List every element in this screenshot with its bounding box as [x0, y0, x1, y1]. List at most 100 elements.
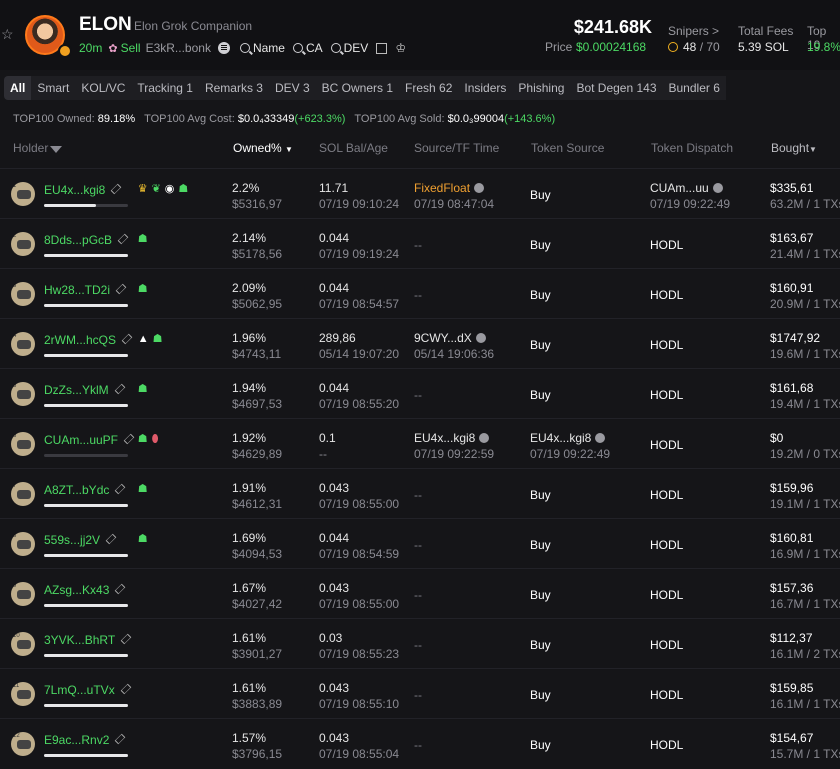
holder-address[interactable]: A8ZT...bYdc — [44, 483, 126, 497]
tab-bundler[interactable]: Bundler 6 — [662, 76, 726, 100]
search-icon — [292, 43, 303, 53]
holder-address[interactable]: E9ac...Rnv2 — [44, 733, 126, 747]
col-owned[interactable]: Owned% ▼ — [233, 141, 293, 155]
filter-icon[interactable] — [50, 146, 63, 153]
favorite-star-icon[interactable]: ☆ — [1, 27, 15, 41]
tab-insiders[interactable]: Insiders — [458, 76, 513, 100]
col-bought[interactable]: Bought▼ — [771, 141, 817, 155]
bought-usd: $112,37 — [770, 631, 813, 645]
token-dispatch: HODL — [650, 288, 684, 302]
holder-address[interactable]: 3YVK...BhRT — [44, 633, 132, 647]
owned-percent: 2.14% — [232, 231, 267, 245]
table-row[interactable]: 9 AZsg...Kx43 1.67% $4027,42 0.043 07/19 08:5… — [0, 568, 840, 619]
holder-address[interactable]: EU4x...kgi8 — [44, 183, 122, 197]
token-dispatch: HODL — [650, 538, 684, 552]
holder-address[interactable]: 7LmQ...uTVx — [44, 683, 131, 697]
external-link-icon[interactable] — [376, 42, 388, 54]
col-token-source[interactable]: Token Source — [531, 141, 604, 155]
tab-all[interactable]: All — [4, 76, 32, 100]
table-row[interactable]: 7 A8ZT...bYdc ☗ 1.91% $4612,31 0.043 07/19 08:… — [0, 468, 840, 519]
token-symbol: ELON — [79, 14, 132, 35]
source-empty: -- — [414, 538, 422, 552]
tab-bot-degen[interactable]: Bot Degen 143 — [570, 76, 663, 100]
holder-address[interactable]: DzZs...YklM — [44, 383, 125, 397]
edit-icon[interactable] — [115, 583, 126, 595]
wallet-age: 05/14 19:07:20 — [319, 347, 400, 361]
token-dispatch[interactable]: CUAm...uu — [650, 181, 723, 195]
avatar-face — [17, 540, 31, 549]
owned-usd: $4612,31 — [232, 497, 283, 511]
search-dev-button[interactable]: DEV — [330, 41, 368, 55]
edit-icon[interactable] — [115, 733, 126, 745]
tab-smart[interactable]: Smart — [31, 76, 76, 100]
table-row[interactable]: 8 559s...jj2V ☗ 1.69% $4094,53 0.044 07/19 08:… — [0, 518, 840, 569]
snipers-total: / 70 — [699, 40, 720, 54]
table-row[interactable]: 10 3YVK...BhRT 1.61% $3901,27 0.03 07/19 08:5… — [0, 618, 840, 669]
bought-amount: 20.9M / 1 TXs — [770, 297, 840, 311]
holding-bar — [44, 554, 128, 557]
holding-bar — [44, 404, 128, 407]
holder-address[interactable]: 559s...jj2V — [44, 533, 117, 547]
funding-source[interactable]: 9CWY...dX — [414, 331, 486, 345]
holder-address[interactable]: 2rWM...hcQS — [44, 333, 133, 347]
edit-icon[interactable] — [115, 283, 127, 295]
search-name-button[interactable]: Name — [239, 41, 285, 55]
edit-icon[interactable] — [117, 233, 129, 245]
col-token-dispatch[interactable]: Token Dispatch — [651, 141, 733, 155]
col-holder[interactable]: Holder — [13, 141, 63, 155]
edit-icon[interactable] — [111, 183, 122, 195]
holder-tags: ☗ — [138, 382, 152, 395]
owned-usd: $4027,42 — [232, 597, 283, 611]
tab-dev[interactable]: DEV 3 — [268, 76, 316, 100]
holder-address[interactable]: AZsg...Kx43 — [44, 583, 126, 597]
table-row[interactable]: 12 E9ac...Rnv2 1.57% $3796,15 0.043 07/19 08:… — [0, 718, 840, 769]
token-meta-row: 20m ✿ Sell E3kR...bonk Name CA DEV ♔ — [79, 40, 406, 56]
wallet-age: 07/19 08:55:04 — [319, 747, 400, 761]
bought-amount: 16.1M / 2 TXs — [770, 647, 840, 661]
funding-source[interactable]: FixedFloat — [414, 181, 485, 195]
tab-fresh[interactable]: Fresh 62 — [399, 76, 459, 100]
tab-tracking[interactable]: Tracking 1 — [131, 76, 199, 100]
bought-amount: 19.6M / 1 TXs — [770, 347, 840, 361]
table-row[interactable]: 4 2rWM...hcQS ▲ ☗ 1.96% $4743,11 289,86 05/14 1… — [0, 318, 840, 369]
search-ca-button[interactable]: CA — [292, 41, 323, 55]
edit-icon[interactable] — [121, 333, 133, 345]
token-source[interactable]: EU4x...kgi8 — [530, 431, 606, 445]
table-row[interactable]: 1 EU4x...kgi8 ♛ ❦ ◉ ☗ 2.2% $5316,97 11.71 07/19 0… — [0, 168, 840, 219]
tab-remarks[interactable]: Remarks 3 — [198, 76, 269, 100]
edit-icon[interactable] — [105, 533, 117, 545]
edit-icon[interactable] — [123, 433, 135, 445]
table-row[interactable]: 2 8Dds...pGcB ☗ 2.14% $5178,56 0.044 07/19 09:… — [0, 218, 840, 269]
owned-usd: $4094,53 — [232, 547, 283, 561]
holder-address-label: A8ZT...bYdc — [44, 483, 110, 497]
sell-label[interactable]: Sell — [121, 41, 141, 55]
snipers-label[interactable]: Snipers > — [668, 24, 719, 38]
menu-circle-icon[interactable] — [217, 42, 230, 54]
holder-address-label: 8Dds...pGcB — [44, 233, 113, 247]
col-source[interactable]: Source/TF Time — [414, 141, 499, 155]
tab-kol-vc[interactable]: KOL/VC — [75, 76, 132, 100]
table-row[interactable]: 5 DzZs...YklM ☗ 1.94% $4697,53 0.044 07/19 08:… — [0, 368, 840, 419]
token-source: Buy — [530, 638, 551, 652]
holder-address[interactable]: Hw28...TD2i — [44, 283, 127, 297]
holder-address[interactable]: CUAm...uuPF — [44, 433, 135, 447]
edit-icon[interactable] — [114, 383, 125, 395]
table-row[interactable]: 3 Hw28...TD2i ☗ 2.09% $5062,95 0.044 07/19 08:… — [0, 268, 840, 319]
crown-icon[interactable]: ♔ — [395, 41, 406, 55]
edit-icon[interactable] — [115, 483, 126, 495]
sprout-icon: ❦ — [151, 183, 161, 195]
edit-icon[interactable] — [120, 683, 131, 695]
source-empty: -- — [414, 388, 422, 402]
wallet-age: -- — [319, 447, 327, 461]
search-ca-label: CA — [305, 41, 323, 55]
table-row[interactable]: 11 7LmQ...uTVx 1.61% $3883,89 0.043 07/19 08:… — [0, 668, 840, 719]
table-row[interactable]: 6 CUAm...uuPF ☗ ⬮ 1.92% $4629,89 0.1 -- EU4x...k… — [0, 418, 840, 469]
col-sol[interactable]: SOL Bal/Age — [319, 141, 388, 155]
tab-phishing[interactable]: Phishing — [512, 76, 571, 100]
edit-icon[interactable] — [120, 633, 132, 645]
contract-address[interactable]: E3kR...bonk — [146, 41, 211, 55]
tab-bc-owners[interactable]: BC Owners 1 — [315, 76, 400, 100]
funding-time: 07/19 09:22:59 — [414, 447, 495, 461]
funding-source[interactable]: EU4x...kgi8 — [414, 431, 490, 445]
holder-address[interactable]: 8Dds...pGcB — [44, 233, 129, 247]
